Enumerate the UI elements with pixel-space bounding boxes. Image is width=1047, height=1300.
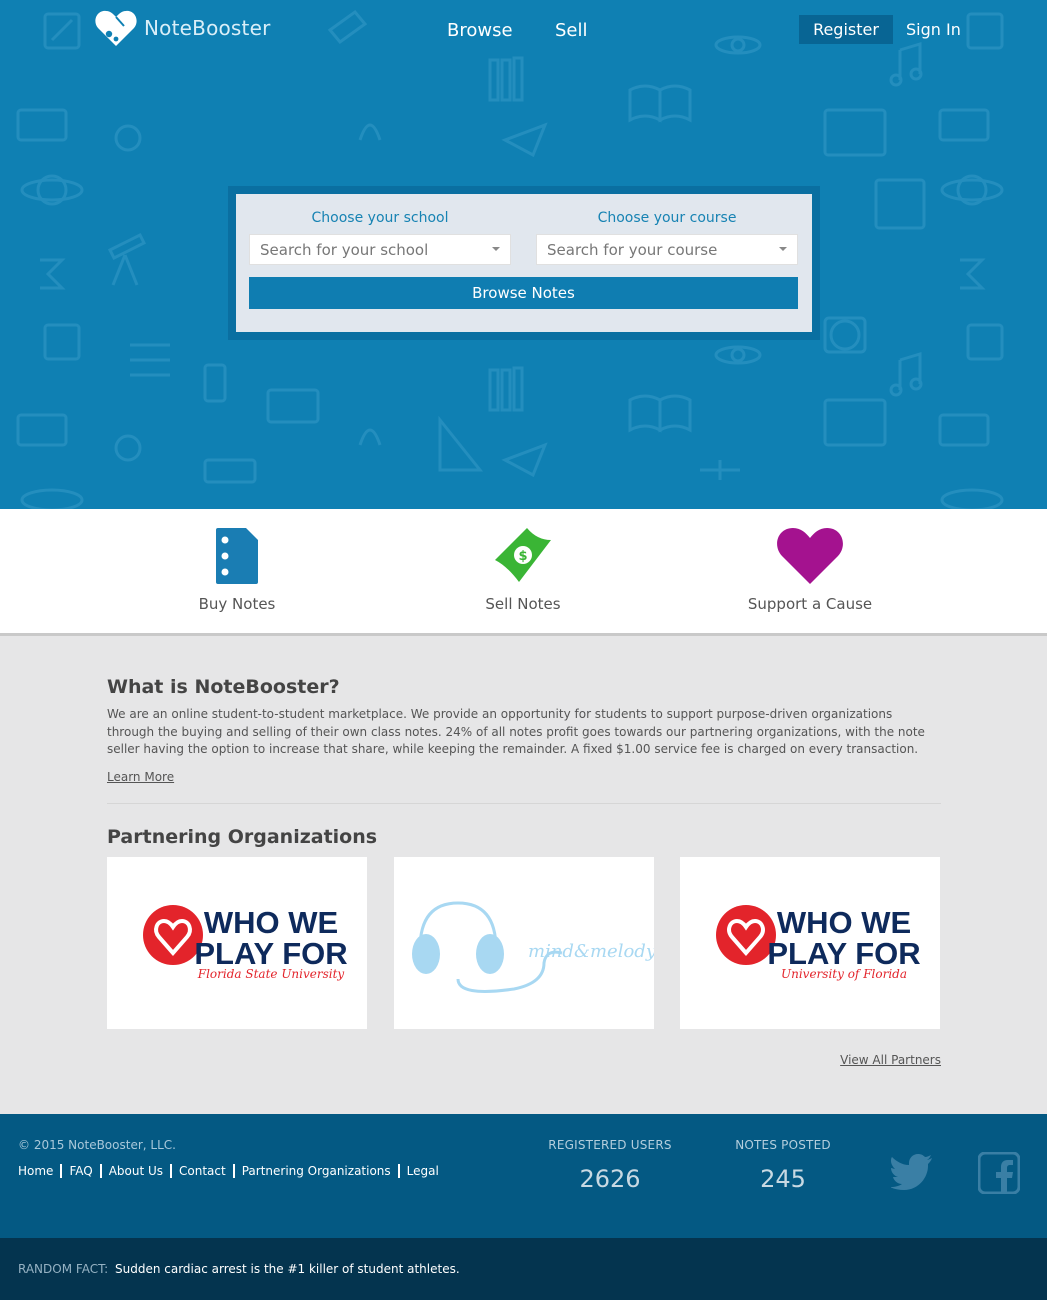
footer-separator [60,1164,63,1178]
footer-link-home[interactable]: Home [18,1164,53,1178]
feature-support-cause[interactable]: Support a Cause [710,525,910,613]
nav-browse[interactable]: Browse [447,20,513,41]
stat-notes-posted: NOTES POSTED 245 [708,1138,858,1193]
footer-link-faq[interactable]: FAQ [69,1164,92,1178]
stat-value: 245 [760,1165,806,1193]
fact-label: RANDOM FACT: [18,1262,109,1276]
who-we-play-for-logo: WHO WE PLAY FOR University of Florida [716,905,921,981]
partner-card-who-we-play-for-fsu[interactable]: WHO WE PLAY FOR Florida State University [107,857,367,1029]
partner-sub: University of Florida [781,967,907,981]
svg-text:$: $ [518,549,527,564]
divider [107,803,941,804]
sign-in-link[interactable]: Sign In [906,20,961,39]
register-button[interactable]: Register [799,15,893,44]
partner-line1: WHO WE [777,905,911,940]
features-strip: Buy Notes $ Sell Notes Support a Cause [0,509,1047,636]
partner-line1: WHO WE [204,905,338,940]
footer: © 2015 NoteBooster, LLC. Home FAQ About … [0,1114,1047,1238]
stat-value: 2626 [579,1165,641,1193]
footer-link-partnering-organizations[interactable]: Partnering Organizations [242,1164,391,1178]
partners-title: Partnering Organizations [107,826,378,848]
footer-link-contact[interactable]: Contact [179,1164,226,1178]
footer-links: Home FAQ About Us Contact Partnering Org… [18,1164,439,1178]
partner-card-who-we-play-for-uf[interactable]: WHO WE PLAY FOR University of Florida [680,857,940,1029]
footer-separator [99,1164,102,1178]
stat-label: NOTES POSTED [735,1138,831,1152]
partner-wordmark: mind&melody [528,941,654,962]
feature-label: Sell Notes [485,595,561,613]
caret-down-icon [779,247,787,251]
search-panel: Choose your school Choose your course Se… [236,194,812,332]
feature-label: Buy Notes [198,595,276,613]
course-select-placeholder: Search for your course [547,241,718,259]
course-label: Choose your course [597,210,737,226]
footer-link-about-us[interactable]: About Us [109,1164,163,1178]
stat-label: REGISTERED USERS [548,1138,672,1152]
feature-buy-notes[interactable]: Buy Notes [137,525,337,613]
heart-tag-icon [95,10,137,47]
top-navigation: NoteBooster Browse Sell Register Sign In [0,0,1047,62]
facebook-icon[interactable] [978,1152,1020,1194]
learn-more-link[interactable]: Learn More [107,770,174,784]
hero-section: NoteBooster Browse Sell Register Sign In… [0,0,1047,509]
heart-icon [777,528,843,584]
caret-down-icon [492,247,500,251]
nav-sell[interactable]: Sell [555,20,588,41]
footer-separator [397,1164,400,1178]
partner-card-mind-and-melody[interactable]: mind&melody [394,857,657,1029]
copyright: © 2015 NoteBooster, LLC. [18,1138,176,1152]
partner-sub: Florida State University [197,967,345,981]
random-fact-bar: RANDOM FACT: Sudden cardiac arrest is th… [0,1238,1047,1300]
brand-name: NoteBooster [144,16,271,40]
school-select-placeholder: Search for your school [260,241,429,259]
mind-and-melody-logo: mind&melody [412,901,657,993]
logo[interactable]: NoteBooster [94,8,271,48]
who-we-play-for-logo: WHO WE PLAY FOR Florida State University [143,905,348,981]
school-select[interactable]: Search for your school [249,234,511,265]
money-bill-icon: $ [495,528,551,582]
stat-registered-users: REGISTERED USERS 2626 [535,1138,685,1193]
course-select[interactable]: Search for your course [536,234,798,265]
fact-text: Sudden cardiac arrest is the #1 killer o… [115,1262,460,1276]
view-all-partners-link[interactable]: View All Partners [840,1053,941,1067]
twitter-icon[interactable] [891,1154,933,1190]
footer-link-legal[interactable]: Legal [407,1164,439,1178]
partner-line2: PLAY FOR [767,936,920,971]
about-title: What is NoteBooster? [107,676,340,698]
search-box: Choose your school Choose your course Se… [228,186,820,340]
about-text: We are an online student-to-student mark… [107,707,925,757]
footer-separator [232,1164,235,1178]
notebook-icon [216,528,258,584]
partner-line2: PLAY FOR [194,936,347,971]
feature-sell-notes[interactable]: $ Sell Notes [423,525,623,613]
school-label: Choose your school [311,210,449,226]
footer-separator [170,1164,173,1178]
feature-label: Support a Cause [747,595,873,613]
browse-notes-button[interactable]: Browse Notes [249,277,798,309]
